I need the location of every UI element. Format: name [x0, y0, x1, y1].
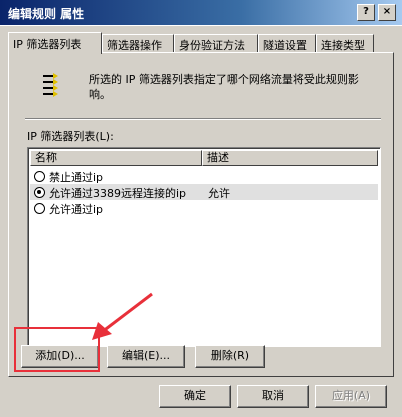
- tab-authentication-methods[interactable]: 身份验证方法: [174, 34, 258, 53]
- column-header-name[interactable]: 名称: [30, 150, 202, 166]
- list-header: 名称 描述: [30, 150, 378, 166]
- tab-tunnel-settings[interactable]: 隧道设置: [258, 34, 316, 53]
- description-text: 所选的 IP 筛选器列表指定了哪个网络流量将受此规则影响。: [89, 73, 359, 101]
- filter-description: 允许: [208, 187, 230, 200]
- list-item[interactable]: 禁止通过ip: [30, 168, 378, 184]
- radio-button[interactable]: [34, 203, 45, 214]
- apply-button[interactable]: 应用(A): [315, 385, 387, 408]
- radio-button[interactable]: [34, 187, 45, 198]
- radio-button[interactable]: [34, 171, 45, 182]
- list-item[interactable]: 允许通过ip: [30, 200, 378, 216]
- title-bar[interactable]: 编辑规则 属性 ? ×: [0, 0, 402, 26]
- divider: [25, 118, 381, 120]
- filter-list-label: IP 筛选器列表(L):: [27, 130, 114, 143]
- window-title: 编辑规则 属性: [8, 7, 85, 21]
- delete-button[interactable]: 删除(R): [195, 345, 265, 368]
- tab-connection-type[interactable]: 连接类型: [316, 34, 374, 53]
- help-button[interactable]: ?: [357, 4, 375, 21]
- filter-name: 允许通过ip: [49, 203, 104, 216]
- properties-dialog: 编辑规则 属性 ? × IP 筛选器列表 筛选器操作 身份验证方法 隧道设置 连…: [0, 0, 402, 417]
- filter-name: 允许通过3389远程连接的ip: [49, 187, 187, 200]
- column-header-description[interactable]: 描述: [202, 150, 378, 166]
- cancel-button[interactable]: 取消: [237, 385, 309, 408]
- filter-list-icon: [43, 73, 58, 97]
- ok-button[interactable]: 确定: [159, 385, 231, 408]
- filter-list-view[interactable]: 名称 描述 禁止通过ip 允许通过3389远程连接的ip 允许 允许通过ip: [27, 147, 381, 347]
- annotation-arrow-icon: [92, 292, 153, 340]
- close-button[interactable]: ×: [378, 4, 396, 21]
- filter-name: 禁止通过ip: [49, 171, 104, 184]
- edit-button[interactable]: 编辑(E)...: [107, 345, 185, 368]
- list-item[interactable]: 允许通过3389远程连接的ip 允许: [30, 184, 378, 200]
- tab-ip-filter-list[interactable]: IP 筛选器列表: [8, 32, 102, 54]
- tab-filter-action[interactable]: 筛选器操作: [102, 34, 174, 53]
